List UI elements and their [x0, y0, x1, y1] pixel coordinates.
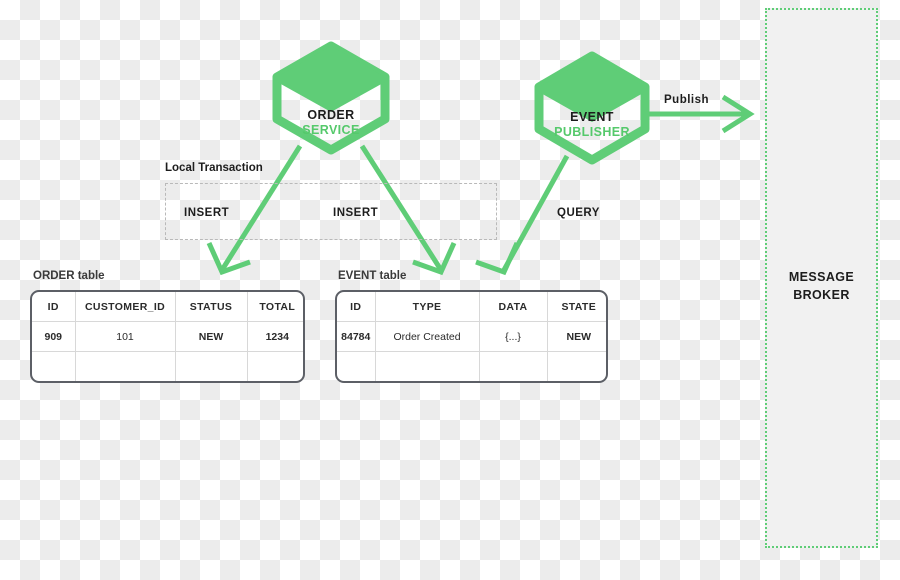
order-table-header-status: STATUS	[175, 292, 248, 322]
event-table-header-data: DATA	[479, 292, 548, 322]
order-table-cell-customer-id: 101	[75, 321, 176, 352]
event-table-header-state: STATE	[547, 292, 606, 322]
order-table-cell-id: 909	[32, 321, 76, 352]
event-publisher-hex-outline	[534, 51, 650, 165]
message-broker-label: MESSAGE BROKER	[767, 268, 876, 304]
message-broker-label-line2: BROKER	[793, 288, 850, 303]
order-service-label-line1: ORDER	[307, 108, 355, 122]
event-table-cell-id: 84784	[337, 321, 376, 352]
order-table-cell-empty-id	[32, 351, 76, 381]
order-table-header-row: ID CUSTOMER_ID STATUS TOTAL	[32, 292, 303, 322]
order-table-cell-empty-total	[247, 352, 303, 382]
event-table-cell-empty-type	[375, 351, 480, 381]
event-table-row-empty[interactable]	[337, 351, 606, 382]
event-publisher-label-line1: EVENT	[570, 110, 614, 124]
arrowhead-event-table-right	[475, 241, 520, 276]
order-service-label-line2: SERVICE	[302, 122, 360, 137]
edge-label-insert-left: INSERT	[184, 207, 230, 219]
order-table-cell-status: NEW	[175, 321, 248, 352]
arrowhead-order-table	[206, 241, 251, 276]
order-table-row[interactable]: 909 101 NEW 1234	[32, 321, 303, 352]
diagram-canvas: ORDER SERVICE EVENT PUBLISHER Local Tran…	[0, 0, 900, 580]
order-service-label: ORDER SERVICE	[271, 108, 391, 138]
event-table-cell-type: Order Created	[375, 321, 480, 352]
event-table-cell-empty-data	[479, 351, 548, 381]
message-broker-box[interactable]: MESSAGE BROKER	[765, 8, 878, 548]
message-broker-label-line1: MESSAGE	[788, 270, 855, 284]
order-table[interactable]: ID CUSTOMER_ID STATUS TOTAL 909 101 NEW …	[30, 290, 305, 383]
event-table-header-row: ID TYPE DATA STATE	[337, 292, 606, 322]
order-table-header-id: ID	[32, 292, 76, 322]
arrowhead-event-table-left	[412, 241, 457, 276]
event-table-cell-empty-state	[547, 352, 606, 382]
edge-label-publish: Publish	[664, 94, 710, 106]
event-table-cell-empty-id	[337, 351, 376, 381]
arrowhead-publish	[721, 94, 755, 134]
event-publisher-label-line2: PUBLISHER	[554, 124, 630, 139]
order-service-hex-chevron	[277, 46, 385, 112]
event-publisher-label: EVENT PUBLISHER	[532, 110, 652, 140]
local-transaction-label: Local Transaction	[165, 162, 263, 174]
edge-label-query: QUERY	[557, 207, 600, 219]
event-table-header-id: ID	[337, 292, 376, 322]
event-table-header-type: TYPE	[375, 292, 480, 322]
order-table-row-empty[interactable]	[32, 351, 303, 382]
event-table-row[interactable]: 84784 Order Created {...} NEW	[337, 321, 606, 352]
order-table-cell-empty-customer-id	[75, 351, 176, 381]
event-table-cell-data: {...}	[479, 321, 548, 352]
order-table-header-customer-id: CUSTOMER_ID	[75, 292, 176, 322]
order-table-caption: ORDER table	[33, 270, 105, 282]
event-table-cell-state: NEW	[547, 321, 606, 352]
event-table[interactable]: ID TYPE DATA STATE 84784 Order Created {…	[335, 290, 608, 383]
order-table-header-total: TOTAL	[247, 292, 303, 322]
event-table-caption: EVENT table	[338, 270, 407, 282]
order-table-cell-total: 1234	[247, 321, 303, 352]
node-event-publisher[interactable]	[532, 50, 652, 165]
order-table-cell-empty-status	[175, 351, 248, 381]
edge-label-insert-right: INSERT	[333, 207, 379, 219]
